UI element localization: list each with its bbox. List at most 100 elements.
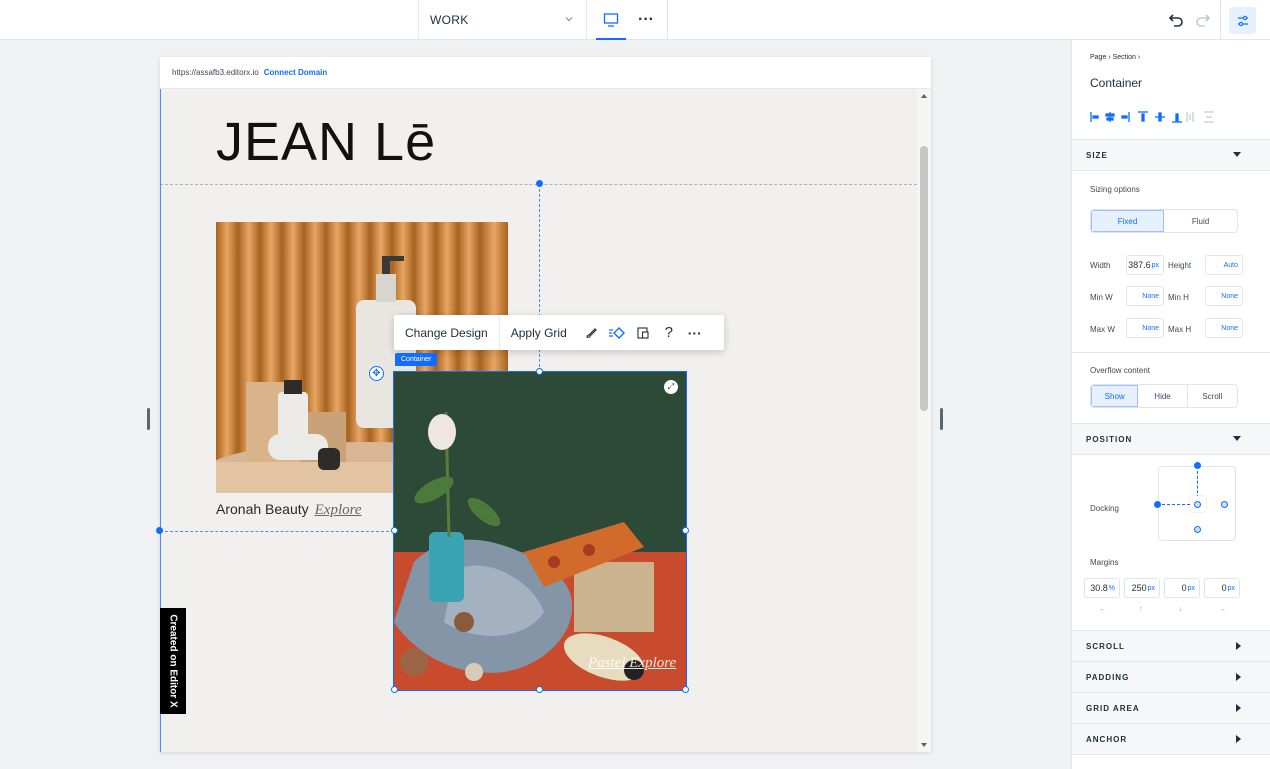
width-input[interactable]: 387.6 px [1126, 255, 1164, 275]
chevron-down-icon [565, 17, 573, 22]
right-resize-handle[interactable] [940, 408, 943, 430]
expand-caret-icon [1236, 735, 1241, 743]
left-dock-anchor[interactable] [156, 527, 163, 534]
layout-icon[interactable] [630, 315, 656, 350]
caption-title: Aronah Beauty [216, 501, 309, 517]
position-header-label: POSITION [1086, 434, 1133, 444]
connect-domain-link[interactable]: Connect Domain [264, 68, 328, 77]
top-bar: WORK ··· [0, 0, 1270, 40]
fluid-option[interactable]: Fluid [1164, 210, 1237, 232]
selected-container-image[interactable] [393, 371, 687, 691]
dock-right-point[interactable] [1221, 501, 1228, 508]
overflow-scroll-option[interactable]: Scroll [1188, 385, 1237, 407]
divider [667, 0, 668, 40]
divider [1220, 0, 1221, 40]
minh-input[interactable]: None [1205, 286, 1243, 306]
height-label: Height [1168, 261, 1192, 270]
breadcrumb-page[interactable]: Page [1090, 54, 1106, 61]
site-logo[interactable]: JEAN Lē [216, 111, 436, 173]
resize-handle-top[interactable] [536, 368, 543, 375]
margin-left-input[interactable]: 30.8% [1084, 578, 1120, 598]
help-button[interactable]: ? [656, 315, 682, 350]
grid-area-section-header[interactable]: GRID AREA [1072, 692, 1270, 724]
collapse-caret-icon [1233, 436, 1241, 441]
left-resize-handle[interactable] [147, 408, 150, 430]
redo-icon[interactable] [1193, 10, 1213, 30]
desktop-view-button[interactable] [596, 0, 626, 40]
inspector-panel: Page › Section › Container ▲ SIZE Sizing… [1071, 40, 1270, 769]
created-on-editorx-badge[interactable]: Created on Editor X [160, 608, 186, 714]
arrow-down-icon: ↓ [1179, 606, 1183, 613]
height-input[interactable]: Auto [1205, 255, 1243, 275]
url-bar: https://assafb3.editorx.io Connect Domai… [160, 57, 931, 89]
scrollbar-thumb[interactable] [920, 146, 928, 411]
docking-widget[interactable] [1154, 462, 1236, 541]
margin-right-input[interactable]: 0 px [1204, 578, 1240, 598]
resize-handle-bottom[interactable] [536, 686, 543, 693]
context-more-button[interactable]: ··· [682, 315, 708, 350]
arrow-left-icon: ← [1099, 606, 1106, 613]
page-selector[interactable]: WORK [418, 0, 586, 40]
breadcrumb-section[interactable]: Section [1113, 54, 1136, 61]
width-label: Width [1090, 261, 1111, 270]
change-design-button[interactable]: Change Design [394, 315, 500, 350]
docking-label: Docking [1090, 504, 1119, 513]
maxw-input[interactable]: None [1126, 318, 1164, 338]
dock-top-point[interactable] [1194, 462, 1201, 469]
resize-handle-bottom-left[interactable] [391, 686, 398, 693]
dock-bottom-point[interactable] [1194, 526, 1201, 533]
padding-section-header[interactable]: PADDING [1072, 661, 1270, 693]
minw-label: Min W [1090, 293, 1113, 302]
scroll-down-icon[interactable] [921, 743, 927, 747]
dock-left-point[interactable] [1154, 501, 1161, 508]
arrow-up-icon: ↑ [1139, 606, 1143, 613]
desktop-icon [603, 12, 619, 27]
inspector-toggle-button[interactable] [1229, 7, 1256, 34]
margin-top-input[interactable]: 250 px [1124, 578, 1160, 598]
container-badge: Container [395, 353, 438, 366]
maxw-label: Max W [1090, 325, 1115, 334]
maxh-input[interactable]: None [1205, 318, 1243, 338]
size-section-header[interactable]: SIZE [1072, 139, 1270, 171]
overflow-hide-option[interactable]: Hide [1138, 385, 1188, 407]
scroll-up-icon[interactable] [921, 94, 927, 98]
minw-input[interactable]: None [1126, 286, 1164, 306]
minh-label: Min H [1168, 293, 1189, 302]
expand-caret-icon [1236, 704, 1241, 712]
margin-bottom-input[interactable]: 0 px [1164, 578, 1200, 598]
scroll-section-header[interactable]: SCROLL [1072, 630, 1270, 662]
animation-icon[interactable] [604, 315, 630, 350]
move-handle-icon[interactable]: ✥ [369, 366, 384, 381]
resize-handle-right[interactable] [682, 527, 689, 534]
dock-center-point[interactable] [1194, 501, 1201, 508]
sizing-options-label: Sizing options [1090, 185, 1140, 194]
preview-scrollbar[interactable] [917, 89, 931, 752]
fixed-option[interactable]: Fixed [1091, 210, 1165, 232]
breadcrumb: Page › Section › [1090, 54, 1141, 61]
sliders-icon [1237, 15, 1248, 26]
horizontal-docking-guide [160, 531, 394, 532]
resize-handle-left[interactable] [391, 527, 398, 534]
alignment-toolbar [1090, 110, 1216, 124]
collapse-caret-icon [1233, 152, 1241, 157]
overflow-show-option[interactable]: Show [1091, 385, 1139, 407]
divider [586, 0, 587, 40]
undo-icon[interactable] [1166, 10, 1186, 30]
maxh-label: Max H [1168, 325, 1192, 334]
resize-handle-bottom-right[interactable] [682, 686, 689, 693]
overflow-toggle: Show Hide Scroll [1090, 384, 1238, 408]
position-section-header[interactable]: POSITION [1072, 423, 1270, 455]
distribute-icon[interactable] [1202, 110, 1216, 124]
more-actions-button[interactable]: ··· [632, 0, 660, 40]
explore-link[interactable]: Explore [315, 502, 362, 518]
size-header-label: SIZE [1086, 150, 1108, 160]
width-value: 387.6 [1128, 260, 1151, 270]
anchor-section-header[interactable]: ANCHOR [1072, 723, 1270, 755]
expand-icon[interactable]: ⤢ [664, 380, 678, 394]
apply-grid-button[interactable]: Apply Grid [500, 315, 578, 350]
design-brush-icon[interactable] [578, 315, 604, 350]
overflow-label: Overflow content [1090, 366, 1151, 375]
top-dock-anchor[interactable] [536, 180, 543, 187]
divider [1072, 352, 1270, 353]
arrow-right-icon: → [1219, 606, 1226, 613]
